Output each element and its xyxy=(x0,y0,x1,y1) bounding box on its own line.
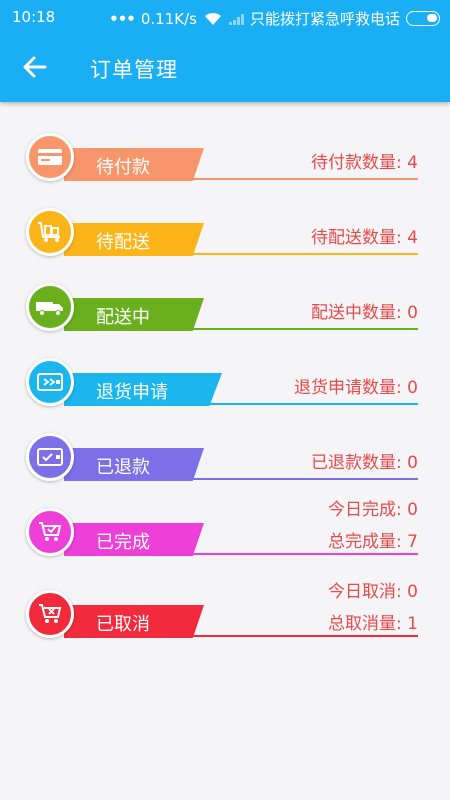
credit-card-icon xyxy=(38,149,62,165)
order-row-cancelled[interactable]: 已取消 今日取消: 0 总取消量: 1 xyxy=(26,582,420,645)
row-tag: 待配送 xyxy=(64,223,204,256)
row-label: 配送中 xyxy=(96,307,150,328)
row-tag: 已取消 xyxy=(64,605,204,638)
order-row-pending-payment[interactable]: 待付款 待付款数量: 4 xyxy=(26,128,420,188)
row-icon-circle xyxy=(26,358,74,406)
back-arrow-icon[interactable] xyxy=(20,52,50,82)
order-row-delivering[interactable]: 配送中 配送中数量: 0 xyxy=(26,278,420,338)
row-icon-circle xyxy=(26,283,74,331)
order-row-return-request[interactable]: 退货申请 退货申请数量: 0 xyxy=(26,353,420,413)
order-row-completed[interactable]: 已完成 今日完成: 0 总完成量: 7 xyxy=(26,500,420,563)
refunded-count: 已退款数量: 0 xyxy=(311,453,418,473)
row-tag: 配送中 xyxy=(64,298,204,331)
delivering-count: 配送中数量: 0 xyxy=(311,303,418,323)
order-row-refunded[interactable]: 已退款 已退款数量: 0 xyxy=(26,428,420,488)
row-tag: 已退款 xyxy=(64,448,204,481)
order-row-pending-delivery[interactable]: 待配送 待配送数量: 4 xyxy=(26,203,420,263)
row-icon-circle xyxy=(26,133,74,181)
row-label: 退货申请 xyxy=(96,382,168,403)
status-right: ••• 0.11K/s 只能拨打紧急呼救电话 xyxy=(109,8,440,29)
row-icon-circle xyxy=(26,508,74,556)
row-label: 已完成 xyxy=(96,532,150,553)
page-title: 订单管理 xyxy=(90,58,178,82)
cart-cancel-icon xyxy=(39,604,62,623)
status-bar: 10:18 ••• 0.11K/s 只能拨打紧急呼救电话 xyxy=(0,0,450,34)
carrier-text: 只能拨打紧急呼救电话 xyxy=(249,10,400,28)
row-tag: 退货申请 xyxy=(64,373,222,406)
network-speed: 0.11K/s xyxy=(140,9,197,28)
cancelled-today: 今日取消: 0 xyxy=(328,582,418,602)
app-bar: 订单管理 xyxy=(0,34,450,102)
row-tag: 已完成 xyxy=(64,523,204,556)
return-wallet-icon xyxy=(37,373,63,391)
status-dots: ••• xyxy=(109,9,136,28)
cancelled-total: 总取消量: 1 xyxy=(328,614,418,634)
completed-today: 今日完成: 0 xyxy=(328,500,418,520)
row-icon-circle xyxy=(26,590,74,638)
row-tag: 待付款 xyxy=(64,148,204,181)
row-label: 待配送 xyxy=(96,232,150,253)
signal-icon xyxy=(228,13,244,25)
row-label: 已取消 xyxy=(96,614,150,635)
battery-icon xyxy=(406,11,440,26)
pending-delivery-count: 待配送数量: 4 xyxy=(311,228,418,248)
row-icon-circle xyxy=(26,433,74,481)
row-label: 已退款 xyxy=(96,457,150,478)
delivery-truck-icon xyxy=(36,302,63,316)
cart-check-icon xyxy=(39,522,62,541)
pending-payment-count: 待付款数量: 4 xyxy=(311,153,418,173)
top-bar: 10:18 ••• 0.11K/s 只能拨打紧急呼救电话 订单管理 xyxy=(0,0,450,102)
completed-total: 总完成量: 7 xyxy=(328,532,418,552)
row-label: 待付款 xyxy=(96,157,150,178)
luggage-cart-icon xyxy=(38,222,60,242)
wifi-icon xyxy=(204,12,221,25)
status-time: 10:18 xyxy=(12,8,56,26)
return-request-count: 退货申请数量: 0 xyxy=(294,378,418,398)
refund-wallet-icon xyxy=(37,448,63,466)
row-icon-circle xyxy=(26,208,74,256)
